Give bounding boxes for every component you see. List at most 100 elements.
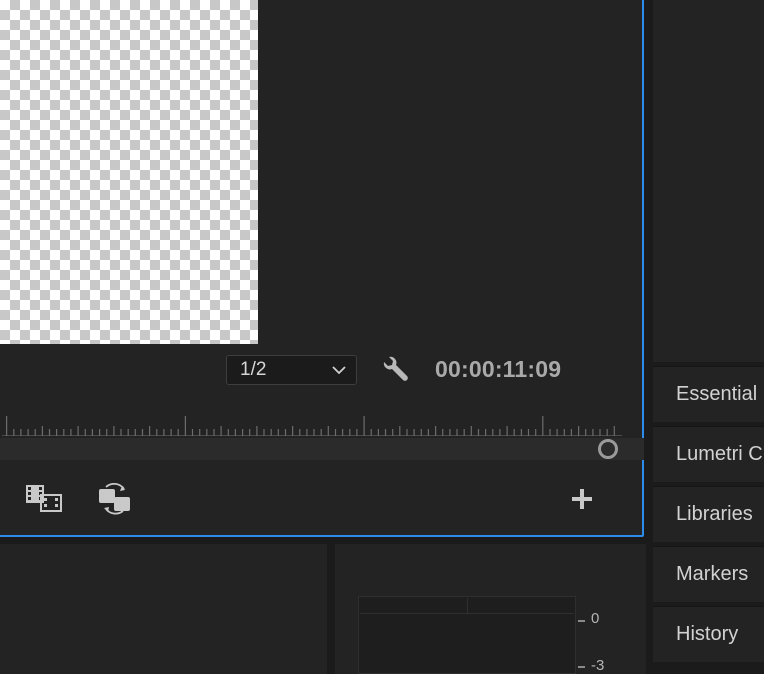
ruler-tick <box>570 429 572 436</box>
ruler-tick <box>99 429 101 436</box>
panel-tab-libraries[interactable]: Libraries <box>653 486 764 542</box>
panel-tab-label: History <box>676 623 739 645</box>
ruler-tick <box>284 429 287 436</box>
ruler-tick <box>470 426 472 436</box>
zoom-scrollbar[interactable] <box>0 438 644 460</box>
ruler-tick <box>413 429 415 436</box>
ruler-tick <box>106 429 108 436</box>
ruler-tick <box>13 429 15 436</box>
ruler-tick <box>442 429 444 436</box>
ruler-tick <box>349 429 351 436</box>
ruler-tick <box>513 429 515 436</box>
ruler-tick <box>327 426 329 436</box>
ruler-tick <box>6 416 8 436</box>
ruler-tick <box>363 416 365 436</box>
ruler-tick <box>420 429 422 436</box>
meter-tick <box>578 620 585 622</box>
ruler-tick <box>578 426 580 436</box>
ruler-tick <box>427 429 429 436</box>
ruler-tick <box>234 429 236 436</box>
ruler-tick <box>227 429 229 436</box>
ruler-tick <box>113 426 115 436</box>
ruler-tick <box>199 429 201 436</box>
chevron-down-icon <box>332 365 346 375</box>
ruler-tick <box>556 429 558 436</box>
ruler-tick <box>477 429 480 436</box>
panel-tab-lumetri[interactable]: Lumetri C <box>653 426 764 482</box>
ruler-tick <box>313 429 315 436</box>
ruler-tick <box>377 429 379 436</box>
time-ruler[interactable] <box>2 414 622 438</box>
right-panel-area <box>653 0 764 362</box>
ruler-tick <box>249 429 251 436</box>
premiere-workspace: 1/2 00:00:11:09 Essential Lumetri C Libr… <box>0 0 764 674</box>
ruler-tick <box>56 429 58 436</box>
panel-tab-label: Lumetri C <box>676 443 763 465</box>
ruler-tick <box>63 429 65 436</box>
meter-tick <box>578 666 585 668</box>
circle-handle-icon[interactable] <box>598 439 618 459</box>
ruler-tick <box>492 429 494 436</box>
ruler-tick <box>41 426 43 436</box>
ruler-tick <box>456 429 458 436</box>
ruler-tick <box>384 429 387 436</box>
ruler-tick <box>220 426 222 436</box>
program-monitor-panel[interactable]: 1/2 00:00:11:09 <box>0 0 644 537</box>
ruler-tick <box>270 429 272 436</box>
playhead-timecode[interactable]: 00:00:11:09 <box>435 356 561 383</box>
playback-resolution-value: 1/2 <box>240 359 267 380</box>
ruler-tick <box>120 429 122 436</box>
panel-tab-label: Libraries <box>676 503 753 525</box>
ruler-tick <box>549 429 551 436</box>
meter-divider <box>467 598 468 614</box>
ruler-tick <box>127 429 129 436</box>
ruler-tick <box>342 429 344 436</box>
ruler-tick <box>206 429 208 436</box>
ruler-tick <box>177 429 179 436</box>
ruler-tick <box>542 416 544 436</box>
ruler-tick <box>463 429 465 436</box>
ruler-tick <box>84 429 86 436</box>
ruler-tick <box>213 429 215 436</box>
ruler-tick <box>141 429 144 436</box>
ruler-tick <box>292 426 294 436</box>
ruler-tick <box>306 429 308 436</box>
plus-icon[interactable] <box>562 482 602 516</box>
ruler-tick <box>134 429 136 436</box>
ruler-tick <box>449 429 451 436</box>
panel-tab-label: Markers <box>676 563 749 585</box>
ruler-tick <box>163 429 165 436</box>
ruler-tick <box>48 429 51 436</box>
ruler-tick <box>34 429 36 436</box>
playback-resolution-dropdown[interactable]: 1/2 <box>226 355 357 385</box>
ruler-tick <box>535 429 537 436</box>
timeline-panel[interactable] <box>0 544 327 674</box>
audio-meter-header <box>360 598 574 614</box>
panel-tab-history[interactable]: History <box>653 606 764 662</box>
ruler-tick <box>334 429 337 436</box>
insert-clip-icon[interactable] <box>24 482 64 516</box>
video-preview-transparent <box>0 0 258 344</box>
ruler-tick <box>70 429 72 436</box>
panel-tab-essential[interactable]: Essential <box>653 366 764 422</box>
meter-label-minus-3: -3 <box>591 657 605 674</box>
ruler-tick <box>599 429 601 436</box>
ruler-tick <box>370 429 372 436</box>
ruler-tick <box>392 429 394 436</box>
ruler-tick <box>156 429 158 436</box>
ruler-tick <box>356 429 358 436</box>
ruler-tick <box>485 429 487 436</box>
ruler-tick <box>256 426 258 436</box>
ruler-tick <box>27 429 29 436</box>
ruler-tick <box>91 429 93 436</box>
ruler-tick <box>263 429 265 436</box>
ruler-tick <box>520 429 522 436</box>
ruler-tick <box>399 426 401 436</box>
ruler-tick <box>592 429 594 436</box>
overwrite-clip-icon[interactable] <box>96 482 136 516</box>
wrench-icon[interactable] <box>381 354 411 384</box>
ruler-tick <box>191 429 194 436</box>
ruler-tick <box>277 429 279 436</box>
panel-tab-markers[interactable]: Markers <box>653 546 764 602</box>
ruler-tick <box>170 429 172 436</box>
